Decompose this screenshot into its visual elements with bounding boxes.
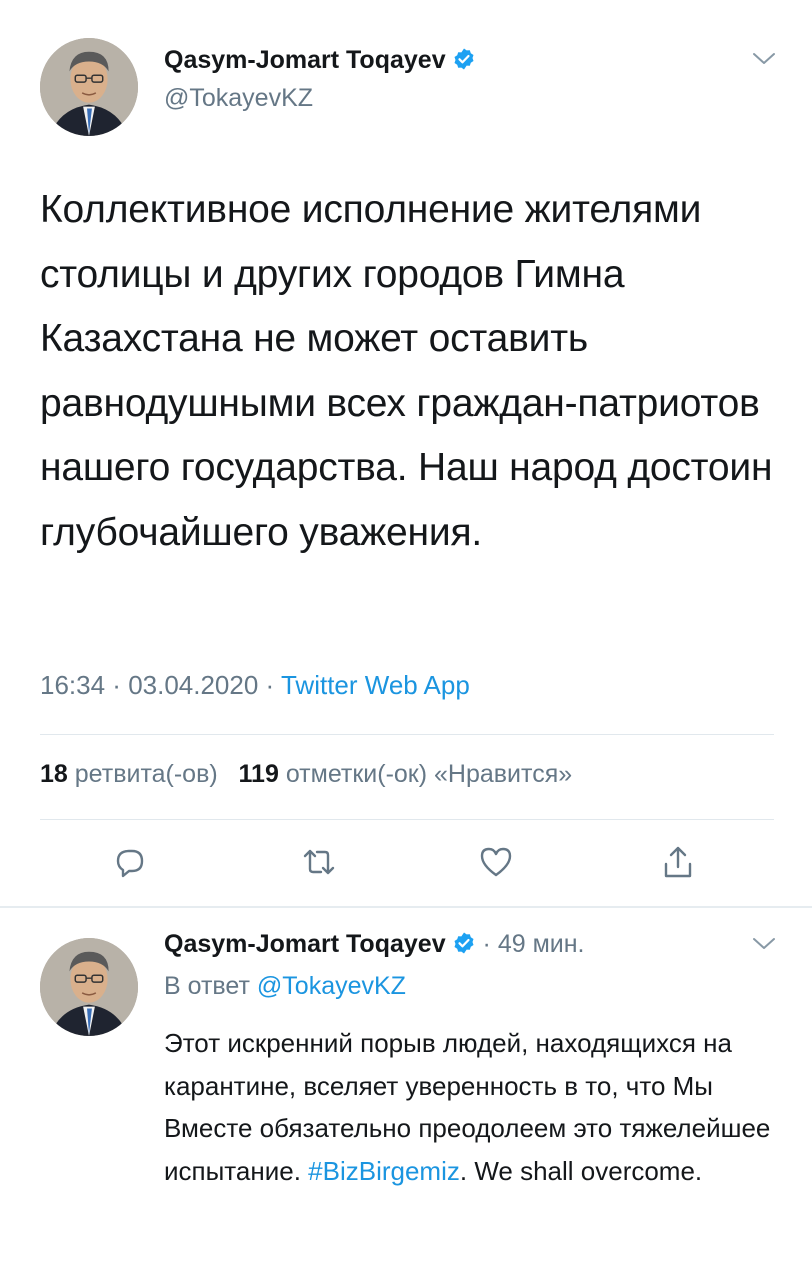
tweet-separator: [0, 906, 812, 908]
likes-count: 119: [238, 760, 279, 788]
reply-text: Этот искренний порыв людей, находящихся …: [164, 1022, 784, 1192]
reply-author-avatar-image: [40, 938, 138, 1036]
reply-to-link[interactable]: @TokayevKZ: [257, 972, 406, 1000]
hashtag-link[interactable]: #BizBirgemiz: [308, 1156, 460, 1186]
heart-icon: [480, 847, 512, 877]
reply-author-avatar[interactable]: [40, 938, 138, 1036]
reply-to-line: В ответ @TokayevKZ: [164, 972, 406, 1001]
author-avatar[interactable]: [40, 38, 138, 136]
author-name[interactable]: Qasym-Jomart Toqayev: [164, 46, 476, 75]
retweets-label: ретвита(-ов): [74, 760, 218, 788]
reply-icon: [116, 849, 144, 878]
share-button[interactable]: [658, 842, 698, 882]
chevron-down-icon[interactable]: [750, 935, 778, 953]
divider: [40, 819, 774, 820]
meta-separator: ·: [105, 670, 129, 700]
tweet-source-link[interactable]: Twitter Web App: [281, 670, 470, 700]
reply-author-name-text: Qasym-Jomart Toqayev: [164, 930, 446, 958]
reply-button[interactable]: [110, 842, 150, 882]
tweet-text: Коллективное исполнение жителями столицы…: [40, 188, 773, 554]
like-button[interactable]: [476, 842, 516, 882]
reply-author-name[interactable]: Qasym-Jomart Toqayev · 49 мин.: [164, 930, 584, 959]
chevron-down-icon[interactable]: [750, 50, 778, 68]
tweet-time[interactable]: 16:34: [40, 670, 105, 700]
retweet-button[interactable]: [299, 842, 339, 882]
verified-badge-icon: [454, 932, 474, 954]
author-name-text: Qasym-Jomart Toqayev: [164, 46, 446, 74]
tweet-date[interactable]: 03.04.2020: [128, 670, 258, 700]
likes-label: отметки(-ок) «Нравится»: [285, 760, 573, 788]
author-handle[interactable]: @TokayevKZ: [164, 84, 313, 113]
retweet-icon: [303, 849, 335, 875]
meta-separator: ·: [258, 670, 281, 700]
verified-badge-icon: [454, 48, 474, 70]
likes-stat[interactable]: 119 отметки(-ок) «Нравится»: [239, 760, 573, 788]
divider: [40, 734, 774, 735]
tweet-stats: 18 ретвита(-ов) 119 отметки(-ок) «Нравит…: [40, 760, 572, 789]
retweets-count: 18: [40, 760, 68, 788]
tweet-meta: 16:34 · 03.04.2020 · Twitter Web App: [40, 670, 470, 701]
reply-text-end: . We shall overcome.: [459, 1155, 703, 1186]
reply-time[interactable]: · 49 мин.: [483, 930, 585, 958]
reply-prefix: В ответ: [164, 972, 250, 1000]
author-avatar-image: [40, 38, 138, 136]
share-icon: [664, 846, 692, 878]
retweets-stat[interactable]: 18 ретвита(-ов): [40, 760, 218, 788]
